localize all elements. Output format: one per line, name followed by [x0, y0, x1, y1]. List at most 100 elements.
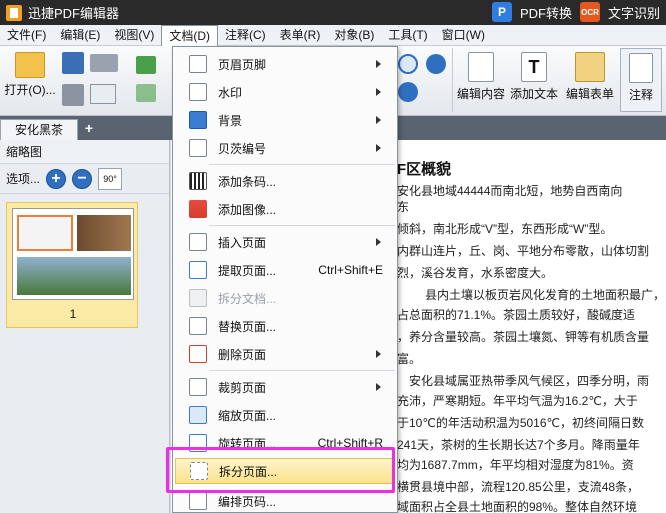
- submenu-arrow-icon: [376, 116, 381, 124]
- barcode-icon: [189, 172, 207, 190]
- doc-line: 占总面积的71.1%。茶园土质较好，酸碱度适: [397, 308, 636, 322]
- menu-item-label: 缩放页面...: [218, 408, 277, 423]
- zoom-out-thumbnail-icon[interactable]: −: [72, 168, 93, 189]
- doc-line: 241天，茶树的生长期长达7个多月。降雨量年: [397, 438, 640, 452]
- printer-icon[interactable]: [62, 84, 84, 106]
- submenu-arrow-icon: [376, 383, 381, 391]
- back-arrow-icon[interactable]: [136, 56, 156, 74]
- replace-page-icon: [189, 317, 207, 335]
- doc-line: 于10℃的年活动积温为5016℃，初终间隔日数: [397, 416, 644, 430]
- add-image-icon: [189, 200, 207, 218]
- email-icon[interactable]: [90, 84, 116, 104]
- edit-form-button[interactable]: 编辑表单: [564, 52, 616, 102]
- background-icon: [189, 111, 207, 129]
- thumbnail-page-number: 1: [69, 307, 77, 321]
- doc-line: 充沛，严寒期短。年平均气温为16.2℃，大于: [397, 394, 638, 408]
- menu-object[interactable]: 对象(B): [327, 25, 381, 46]
- menu-item-label: 裁剪页面: [218, 380, 267, 395]
- annotate-icon: [629, 53, 653, 83]
- menu-item-label: 贝茨编号: [218, 141, 267, 156]
- doc-line: 东: [397, 200, 410, 214]
- menu-form[interactable]: 表单(R): [273, 25, 328, 46]
- menu-item-add-image[interactable]: 添加图像...: [175, 196, 395, 222]
- edit-content-icon: [468, 52, 494, 82]
- menu-item-crop-page[interactable]: 裁剪页面: [175, 374, 395, 400]
- split-document-icon: [189, 289, 207, 307]
- edit-content-label: 编辑内容: [456, 87, 505, 101]
- menu-item-delete-page[interactable]: 删除页面: [175, 341, 395, 367]
- menu-item-background[interactable]: 背景: [175, 107, 395, 133]
- menu-item-bates-number[interactable]: 贝茨编号: [175, 135, 395, 161]
- doc-line: 内群山连片，丘、岗、平地分布零散，山体切割: [397, 244, 650, 258]
- app-logo-icon: [6, 4, 22, 21]
- menu-tools[interactable]: 工具(T): [381, 25, 434, 46]
- menu-file[interactable]: 文件(F): [0, 25, 53, 46]
- zoom-out-icon[interactable]: [426, 54, 446, 74]
- text-recognize-button[interactable]: 文字识别: [608, 3, 660, 22]
- edit-content-button[interactable]: 编辑内容: [456, 52, 506, 102]
- bates-number-icon: [189, 139, 207, 157]
- thumbnail-panel: 缩略图 选项... + − 90° 1: [0, 140, 170, 513]
- print-icon[interactable]: [90, 54, 118, 72]
- menu-item-add-barcode[interactable]: 添加条码...: [175, 168, 395, 194]
- menu-item-label: 插入页面: [218, 235, 267, 250]
- menu-window[interactable]: 窗口(W): [435, 25, 492, 46]
- pdf-convert-icon[interactable]: P: [491, 2, 512, 22]
- menu-edit[interactable]: 编辑(E): [53, 25, 107, 46]
- annotate-label: 注释: [628, 88, 653, 102]
- add-text-button[interactable]: T 添加文本: [508, 52, 560, 102]
- menu-item-label: 页眉页脚: [218, 57, 267, 72]
- menu-item-label: 添加图像...: [218, 202, 277, 217]
- doc-line: 倾斜，南北形成“V”型，东西形成“W”型。: [397, 222, 613, 236]
- folder-icon: [15, 52, 45, 78]
- options-dropdown[interactable]: 选项...: [6, 170, 40, 187]
- page-thumbnail[interactable]: 1: [6, 202, 138, 328]
- submenu-arrow-icon: [376, 60, 381, 68]
- tab-document[interactable]: 安化黑茶: [0, 119, 78, 140]
- document-heading: F区概貌: [397, 161, 452, 178]
- menu-item-header-footer[interactable]: 页眉页脚: [175, 51, 395, 77]
- annotate-button[interactable]: 注释: [620, 48, 662, 112]
- insert-page-icon: [189, 233, 207, 251]
- submenu-arrow-icon: [376, 144, 381, 152]
- pdf-convert-button[interactable]: PDF转换: [520, 3, 572, 22]
- open-button[interactable]: 打开(O)...: [2, 52, 58, 98]
- forward-arrow-icon[interactable]: [136, 84, 156, 102]
- menu-separator: [209, 370, 395, 371]
- zoom-add-icon[interactable]: [398, 82, 418, 102]
- app-title: 迅捷PDF编辑器: [28, 6, 120, 21]
- zoom-in-thumbnail-icon[interactable]: +: [46, 168, 67, 189]
- title-bar: 迅捷PDF编辑器 P PDF转换 OCR 文字识别: [0, 0, 666, 25]
- menu-item-replace-page[interactable]: 替换页面...: [175, 313, 395, 339]
- ocr-icon[interactable]: OCR: [579, 2, 600, 22]
- new-tab-button[interactable]: +: [82, 121, 96, 135]
- thumbnail-image: [12, 208, 134, 300]
- menu-item-scale-page[interactable]: 缩放页面...: [175, 402, 395, 428]
- doc-line: 富。: [397, 352, 422, 366]
- edit-form-icon: [575, 52, 605, 82]
- submenu-arrow-icon: [376, 88, 381, 96]
- doc-line: 烈，溪谷发育，水系密度大。: [397, 266, 554, 280]
- submenu-arrow-icon: [376, 350, 381, 358]
- menu-item-label: 替换页面...: [218, 319, 277, 334]
- menu-item-label: 拆分文档...: [218, 291, 277, 306]
- rotate-button[interactable]: 90°: [98, 167, 123, 190]
- doc-line: 域面积占全县土地面积的98%。整体自然环境: [397, 500, 638, 513]
- menu-item-watermark[interactable]: 水印: [175, 79, 395, 105]
- menu-document[interactable]: 文档(D): [161, 24, 218, 46]
- doc-line: 县内土壤以板页岩风化发育的土地面积最广，: [425, 288, 666, 302]
- save-icon[interactable]: [62, 52, 84, 74]
- extract-page-icon: [189, 261, 207, 279]
- menu-item-label: 水印: [218, 85, 243, 100]
- menu-item-label: 删除页面: [218, 347, 267, 362]
- menu-view[interactable]: 视图(V): [107, 25, 161, 46]
- zoom-in-icon[interactable]: [398, 54, 418, 74]
- document-menu-dropdown: 页眉页脚 水印 背景 贝茨编号 添加条码... 添加图像... 插入页面 提取页…: [172, 46, 398, 513]
- open-label: 打开(O)...: [4, 83, 56, 97]
- menu-bar: 文件(F) 编辑(E) 视图(V) 文档(D) 注释(C) 表单(R) 对象(B…: [0, 24, 666, 46]
- menu-item-insert-page[interactable]: 插入页面: [175, 229, 395, 255]
- menu-comment[interactable]: 注释(C): [218, 25, 273, 46]
- menu-item-label: 添加条码...: [218, 174, 277, 189]
- menu-item-extract-page[interactable]: 提取页面... Ctrl+Shift+E: [175, 257, 395, 283]
- header-footer-icon: [189, 55, 207, 73]
